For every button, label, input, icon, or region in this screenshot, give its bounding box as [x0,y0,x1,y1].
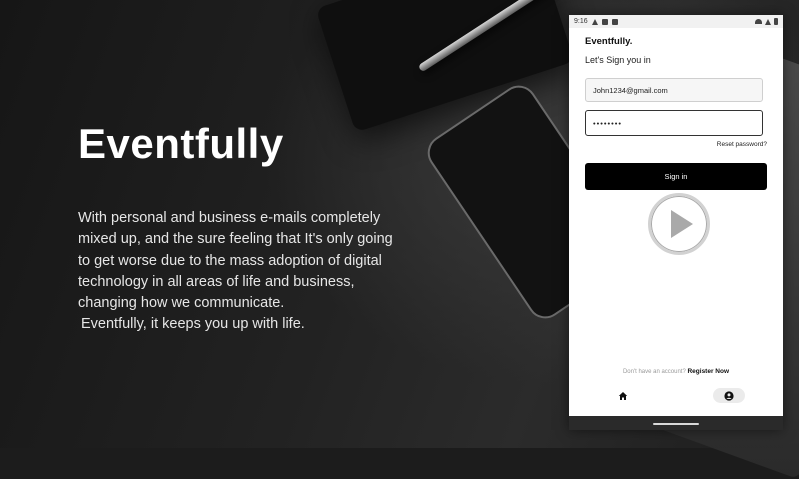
battery-icon [774,18,778,25]
status-bar: 9:16 [569,15,783,28]
user-icon [724,390,734,401]
nav-home-button[interactable] [616,389,630,403]
register-question: Don't have an account? [622,369,686,375]
status-time: 9:16 [574,18,588,25]
hero-description-line: mixed up, and the sure feeling that It's… [78,231,393,248]
warning-icon [591,18,598,25]
system-navigation-bar [569,416,783,430]
device-mockup: 9:16 Eventfully. Let's Sign you in Reset… [569,15,783,430]
app-title: Eventfully. [585,36,633,47]
hero: Eventfully [78,120,284,168]
notification-icon [601,18,608,25]
hero-description-line: Eventfully, it keeps you up with life. [81,316,305,333]
nav-profile-button[interactable] [713,388,745,403]
signal-icon [765,18,771,25]
home-indicator[interactable] [653,423,699,425]
hero-description-line: to get worse due to the mass adoption of… [78,252,382,269]
email-field[interactable] [585,78,763,102]
register-row: Don't have an account? Register Now [569,368,783,375]
hero-description: With personal and business e-mails compl… [78,208,418,336]
play-icon [671,210,693,238]
wifi-icon [755,19,762,24]
play-video-button[interactable] [648,193,710,255]
sd-card-icon [611,18,618,25]
hero-description-line: changing how we communicate. [78,295,285,312]
hero-description-line: technology in all areas of life and busi… [78,273,355,290]
reset-password-link[interactable]: Reset password? [717,141,767,148]
password-field[interactable] [585,110,763,136]
home-icon [618,392,628,400]
signin-subtitle: Let's Sign you in [585,55,651,65]
hero-title: Eventfully [78,120,284,167]
hero-description-line: With personal and business e-mails compl… [78,210,381,226]
sign-in-button[interactable]: Sign in [585,163,767,190]
register-now-link[interactable]: Register Now [687,368,729,375]
